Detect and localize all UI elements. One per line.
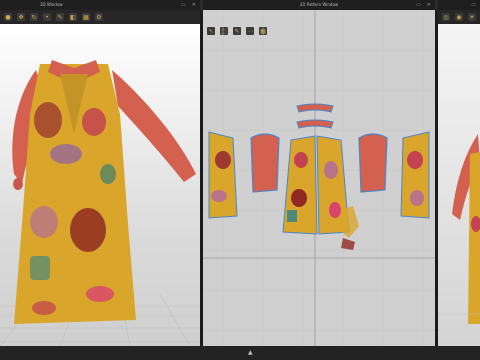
restore-icon[interactable]: ▭ xyxy=(471,0,476,10)
close-icon[interactable]: ✕ xyxy=(192,0,196,10)
2d-window-titlebar: 2D Pattern Window ▭ ✕ xyxy=(203,0,435,10)
3d-window-titlebar: 3D Window ▭ ✕ xyxy=(0,0,200,10)
right-toolbar: ◎ ◉ ☀ xyxy=(438,10,480,24)
right-window-controls: ▭ xyxy=(471,0,476,10)
right-3d-viewport[interactable] xyxy=(438,24,480,346)
close-icon[interactable]: ✕ xyxy=(427,0,431,10)
right-garment-render xyxy=(438,134,480,331)
chevron-up-icon[interactable]: ▲ xyxy=(248,349,253,356)
settings-icon[interactable]: ⚙ xyxy=(95,13,103,21)
bottom-bar: ▲ xyxy=(0,346,480,360)
brush-icon[interactable]: ✎ xyxy=(56,13,64,21)
rotate-icon[interactable]: ↻ xyxy=(30,13,38,21)
3d-viewport[interactable] xyxy=(0,24,200,346)
pin-icon[interactable]: • xyxy=(43,13,51,21)
3d-window-controls: ▭ ✕ xyxy=(181,0,196,10)
3d-window-title: 3D Window xyxy=(40,2,63,7)
2d-window-controls: ▭ ✕ xyxy=(416,0,431,10)
avatar-icon[interactable]: ● xyxy=(4,13,12,21)
2d-pattern-viewport[interactable]: ↖ ⬚ ✎ ⋯ ▦ xyxy=(203,10,435,346)
restore-icon[interactable]: ▭ xyxy=(181,0,186,10)
2d-pattern-canvas xyxy=(203,10,435,346)
3d-garment-render xyxy=(0,60,200,346)
move-icon[interactable]: ✥ xyxy=(17,13,25,21)
light-icon[interactable]: ☀ xyxy=(468,13,476,21)
3d-toolbar: ● ✥ ↻ • ✎ ◧ ▦ ⚙ xyxy=(0,10,200,24)
view-icon[interactable]: ◎ xyxy=(442,13,450,21)
camera-icon[interactable]: ◉ xyxy=(455,13,463,21)
restore-icon[interactable]: ▭ xyxy=(416,0,421,10)
fold-icon[interactable]: ◧ xyxy=(69,13,77,21)
2d-window-title: 2D Pattern Window xyxy=(299,2,339,7)
right-window-titlebar: ▭ xyxy=(438,0,480,10)
cloth-icon[interactable]: ▦ xyxy=(82,13,90,21)
